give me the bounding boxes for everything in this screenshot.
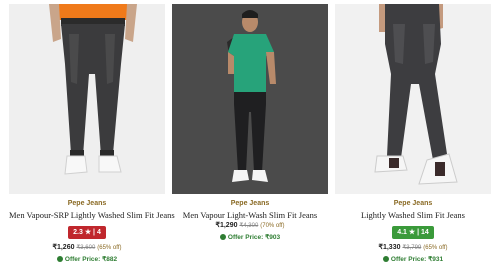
rating-badge: 2.3 ★ | 4 [68,226,106,239]
mrp-price: ₹3,799 [402,245,422,251]
jeans-photo-1 [9,4,165,194]
price-row: ₹1,260 ₹3,600 (65% off) [9,243,165,253]
offer-price-row: Offer Price: ₹882 [9,255,165,264]
product-name[interactable]: Men Vapour-SRP Lightly Washed Slim Fit J… [9,210,175,221]
discount-text: (70% off) [260,223,285,229]
offer-price-row: Offer Price: ₹931 [335,255,491,264]
selling-price: ₹1,290 [215,222,238,229]
jeans-photo-3 [335,4,491,194]
product-image[interactable] [335,4,491,194]
product-name[interactable]: Men Vapour Light-Wash Slim Fit Jeans [172,210,328,221]
rating-badge: 4.1 ★ | 14 [392,226,434,239]
jeans-photo-2 [172,4,328,194]
brand-name: Pepe Jeans [393,200,433,207]
offer-price-text: Offer Price: ₹882 [64,256,118,263]
price-row: ₹1,330 ₹3,799 (65% off) [335,243,491,253]
price-row: ₹1,290 ₹4,300 (70% off) [172,221,328,231]
product-info: Pepe Jeans Men Vapour Light-Wash Slim Fi… [172,194,328,243]
mrp-price: ₹3,600 [76,245,96,251]
product-info: Pepe Jeans Men Vapour-SRP Lightly Washed… [9,194,175,264]
product-info: Pepe Jeans Lightly Washed Slim Fit Jeans… [335,194,491,264]
product-image[interactable] [9,4,165,194]
offer-tag-icon [56,256,63,262]
product-card[interactable]: Pepe Jeans Men Vapour-SRP Lightly Washed… [9,0,175,264]
discount-text: (65% off) [423,245,448,251]
offer-price-text: Offer Price: ₹931 [390,256,444,263]
product-grid: Pepe Jeans Men Vapour-SRP Lightly Washed… [0,0,500,264]
offer-price-text: Offer Price: ₹903 [227,234,281,241]
brand-name: Pepe Jeans [230,200,270,207]
offer-tag-icon [219,234,226,240]
offer-price-row: Offer Price: ₹903 [172,233,328,243]
product-card[interactable]: Pepe Jeans Lightly Washed Slim Fit Jeans… [335,0,491,264]
discount-text: (65% off) [97,245,122,251]
brand-name: Pepe Jeans [67,200,107,207]
selling-price: ₹1,330 [378,244,401,251]
selling-price: ₹1,260 [52,244,75,251]
product-name[interactable]: Lightly Washed Slim Fit Jeans [335,210,491,221]
product-card[interactable]: Pepe Jeans Men Vapour Light-Wash Slim Fi… [172,0,328,264]
product-image[interactable] [172,4,328,194]
offer-tag-icon [382,256,389,262]
mrp-price: ₹4,300 [239,223,259,229]
